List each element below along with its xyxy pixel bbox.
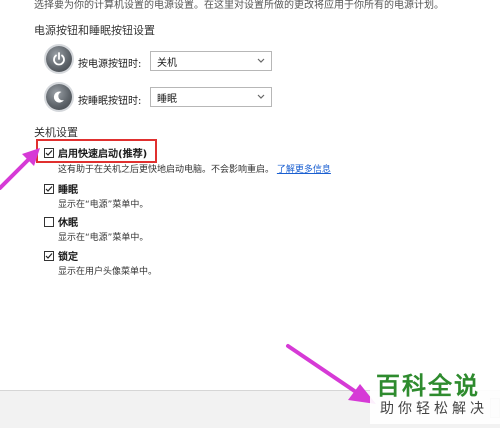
sleep-button-label: 按睡眠按钮时: (78, 96, 142, 107)
fast-startup-label: 启用快速启动(推荐) (58, 149, 148, 160)
hibernate-desc: 显示在“电源”菜单中。 (58, 233, 149, 243)
hibernate-label: 休眠 (58, 218, 78, 229)
fast-startup-checkbox[interactable] (44, 147, 54, 158)
watermark-subtitle: 助你轻松解决 (380, 401, 488, 417)
annotation-arrow-right (286, 344, 376, 404)
fast-startup-desc-row: 这有助于在关机之后更快地启动电脑。不会影响重启。 了解更多信息 (58, 162, 331, 175)
chevron-down-icon (257, 56, 265, 67)
lock-checkbox-row[interactable]: 锁定 (44, 248, 78, 263)
fast-startup-desc: 这有助于在关机之后更快地启动电脑。不会影响重启。 (58, 165, 275, 175)
annotation-arrow-left (0, 148, 40, 190)
lock-label: 锁定 (58, 252, 78, 263)
sleep-desc: 显示在“电源”菜单中。 (58, 200, 149, 210)
power-icon (46, 46, 72, 72)
watermark-title: 百科全说 (376, 372, 480, 400)
learn-more-link[interactable]: 了解更多信息 (277, 165, 331, 175)
power-button-label: 按电源按钮时: (78, 59, 142, 70)
top-description: 选择要为你的计算机设置的电源设置。在这里对设置所做的更改将应用于你所有的电源计划… (34, 0, 444, 11)
fast-startup-checkbox-row[interactable]: 启用快速启动(推荐) (44, 145, 147, 160)
hibernate-checkbox-row[interactable]: 休眠 (44, 214, 78, 229)
lock-checkbox[interactable] (44, 250, 54, 261)
power-button-value: 关机 (157, 57, 177, 69)
power-button-select[interactable]: 关机 (150, 51, 272, 71)
sleep-button-select[interactable]: 睡眠 (150, 87, 272, 107)
chevron-down-icon (257, 92, 265, 103)
shutdown-section-title: 关机设置 (34, 126, 78, 139)
hibernate-checkbox[interactable] (44, 216, 54, 227)
lock-desc: 显示在用户头像菜单中。 (58, 267, 158, 277)
power-section-title: 电源按钮和睡眠按钮设置 (34, 24, 155, 37)
sleep-checkbox[interactable] (44, 183, 54, 194)
sleep-button-value: 睡眠 (157, 93, 177, 105)
sleep-label: 睡眠 (58, 185, 78, 196)
sleep-checkbox-row[interactable]: 睡眠 (44, 181, 78, 196)
sleep-icon (46, 84, 72, 110)
